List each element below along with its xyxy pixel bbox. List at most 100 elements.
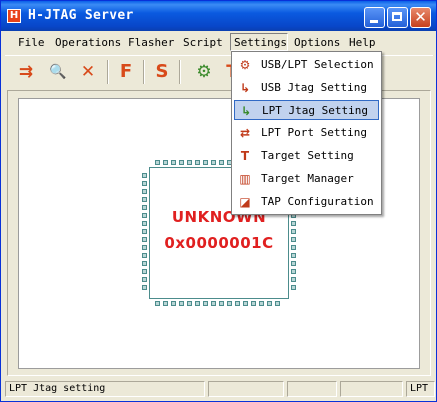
status-message: LPT Jtag setting [5, 381, 205, 397]
chip-pin [179, 301, 184, 306]
chip-pin [219, 301, 224, 306]
chip-id-text: 0x0000001C [164, 234, 274, 252]
chip-pin [179, 160, 184, 165]
flasher-icon[interactable]: F [115, 61, 137, 83]
chip-pin [251, 301, 256, 306]
chip-pin [142, 229, 147, 234]
menu-flasher[interactable]: Flasher [125, 35, 177, 51]
toolbar-separator [143, 60, 145, 84]
chip-pin [291, 221, 296, 226]
menu-operations[interactable]: Operations [52, 35, 124, 51]
menu-settings[interactable]: Settings [230, 33, 288, 51]
chip-pin [203, 301, 208, 306]
menu-item-label: LPT Port Setting [261, 126, 367, 139]
tap-configuration-icon: ◪ [239, 195, 251, 209]
chip-pin [163, 160, 168, 165]
disconnect-x-icon[interactable]: ✕ [77, 61, 99, 83]
chip-pin [171, 301, 176, 306]
chip-pin [155, 301, 160, 306]
title-bar[interactable]: H H-JTAG Server ✕ [1, 1, 436, 31]
lpt-jtag-icon: ↳ [240, 104, 252, 118]
chip-pin [163, 301, 168, 306]
status-bar: LPT Jtag setting LPT [5, 379, 435, 399]
menu-item-label: USB Jtag Setting [261, 81, 367, 94]
menu-item-tap-configuration[interactable]: ◪ TAP Configuration [234, 192, 379, 212]
chip-pin [142, 221, 147, 226]
app-icon[interactable]: H [7, 9, 21, 23]
close-button[interactable]: ✕ [410, 7, 431, 28]
usb-jtag-icon: ↳ [239, 81, 251, 95]
main-window: H H-JTAG Server ✕ File Operations Flashe… [0, 0, 437, 402]
chip-pin [243, 301, 248, 306]
chip-pin [187, 301, 192, 306]
chip-pin [211, 160, 216, 165]
usb-lpt-selection-icon: ⚙ [239, 58, 251, 72]
status-pane [340, 381, 403, 397]
target-setting-icon: T [240, 149, 250, 163]
maximize-button[interactable] [387, 7, 408, 28]
chip-pin [142, 253, 147, 258]
chip-pin [142, 213, 147, 218]
chip-pin [259, 301, 264, 306]
chip-pin [195, 301, 200, 306]
minimize-icon [370, 20, 378, 23]
chip-pin [291, 229, 296, 234]
lpt-port-icon: ⇄ [239, 126, 251, 140]
menu-help[interactable]: Help [346, 35, 379, 51]
settings-icon[interactable]: ⚙ [193, 61, 215, 83]
chip-pin [142, 181, 147, 186]
menu-item-label: Target Setting [261, 149, 354, 162]
close-icon: ✕ [414, 8, 427, 26]
menu-item-lpt-jtag-setting[interactable]: ↳ LPT Jtag Setting [234, 100, 379, 120]
chip-pin [142, 205, 147, 210]
chip-pin [291, 285, 296, 290]
menu-item-usb-lpt-selection[interactable]: ⚙ USB/LPT Selection [234, 55, 379, 75]
chip-pin [275, 301, 280, 306]
menu-options[interactable]: Options [291, 35, 343, 51]
chip-pin [142, 197, 147, 202]
menu-item-target-manager[interactable]: ▥ Target Manager [234, 169, 379, 189]
chip-pin [195, 160, 200, 165]
chip-pin [187, 160, 192, 165]
maximize-icon [392, 12, 402, 21]
chip-pin [211, 301, 216, 306]
chip-pin [155, 160, 160, 165]
chip-pin [291, 269, 296, 274]
menu-item-label: LPT Jtag Setting [262, 104, 368, 117]
chip-pin [142, 277, 147, 282]
chip-pin [291, 277, 296, 282]
chip-pin [219, 160, 224, 165]
toolbar-separator [179, 60, 181, 84]
script-icon[interactable]: S [151, 61, 173, 83]
chip-pin [142, 237, 147, 242]
menu-item-target-setting[interactable]: T Target Setting [234, 146, 379, 166]
chip-pin [291, 237, 296, 242]
menu-item-label: USB/LPT Selection [261, 58, 374, 71]
menu-script[interactable]: Script [180, 35, 226, 51]
status-mode: LPT [406, 381, 435, 397]
chip-pin [291, 261, 296, 266]
search-icon[interactable]: 🔍 [47, 61, 69, 83]
chip-pin [267, 301, 272, 306]
chip-pin [227, 301, 232, 306]
settings-dropdown-menu: ⚙ USB/LPT Selection ↳ USB Jtag Setting ↳… [231, 51, 382, 215]
chip-pin [203, 160, 208, 165]
status-pane [208, 381, 284, 397]
chip-pin [291, 245, 296, 250]
chip-pin [142, 261, 147, 266]
menu-item-label: Target Manager [261, 172, 354, 185]
chip-pin [235, 301, 240, 306]
minimize-button[interactable] [364, 7, 385, 28]
menu-file[interactable]: File [15, 35, 48, 51]
chip-pin [142, 173, 147, 178]
menu-item-lpt-port-setting[interactable]: ⇄ LPT Port Setting [234, 123, 379, 143]
chip-pin [171, 160, 176, 165]
detect-target-icon[interactable]: ⇉ [15, 61, 37, 83]
status-pane [287, 381, 337, 397]
chip-pin [291, 253, 296, 258]
chip-pin [142, 189, 147, 194]
menu-bar: File Operations Flasher Script Settings … [5, 32, 433, 52]
target-manager-icon: ▥ [239, 172, 251, 186]
menu-item-usb-jtag-setting[interactable]: ↳ USB Jtag Setting [234, 78, 379, 98]
window-title: H-JTAG Server [28, 8, 134, 23]
